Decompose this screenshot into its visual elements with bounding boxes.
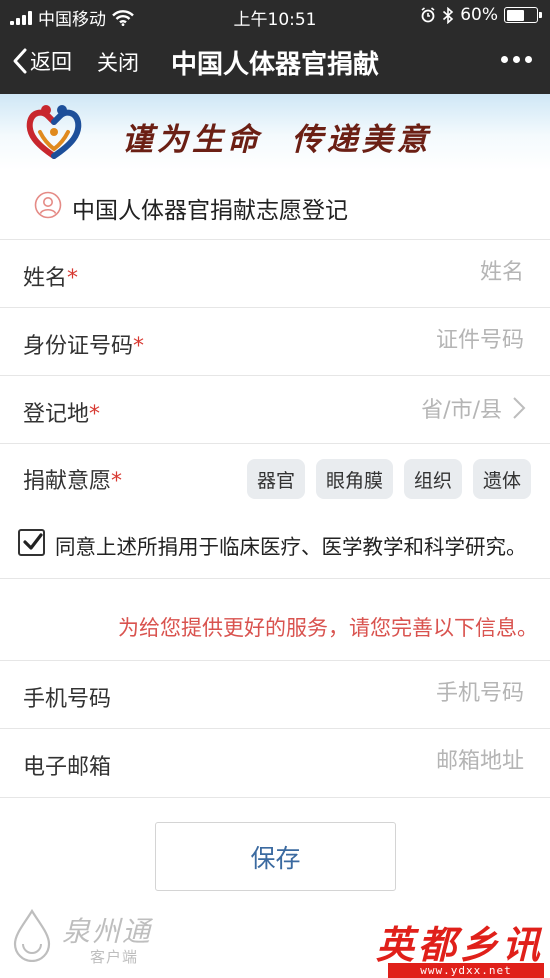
email-label: 电子邮箱 (23, 755, 112, 780)
required-mark: * (67, 266, 79, 291)
page-title: 中国人体器官捐献 (170, 50, 379, 80)
donation-intent-row: 捐献意愿* 器官 眼角膜 组织 遗体 (0, 443, 550, 515)
close-button[interactable]: 关闭 (97, 47, 139, 77)
checkmark-icon (23, 533, 43, 550)
intent-label: 捐献意愿* (23, 463, 122, 495)
chevron-left-icon (13, 48, 27, 74)
back-label: 返回 (30, 50, 72, 74)
intent-option-cornea[interactable]: 眼角膜 (316, 459, 394, 499)
phone-label: 手机号码 (23, 687, 112, 712)
region-select[interactable]: 省/市/县 (421, 392, 526, 424)
drop-logo-icon (13, 908, 51, 962)
banner-slogan: 谨为生命 传递美意 (122, 122, 432, 158)
agree-checkbox[interactable] (18, 529, 45, 556)
nav-bar: 返回 关闭 中国人体器官捐献 (0, 30, 550, 94)
region-label: 登记地* (23, 396, 100, 428)
intent-option-organ[interactable]: 器官 (247, 459, 306, 499)
region-label-text: 登记地 (23, 402, 90, 427)
region-row[interactable]: 登记地* 省/市/县 (0, 376, 550, 444)
required-mark: * (111, 469, 123, 494)
battery-icon (504, 7, 542, 23)
organ-donation-logo (26, 105, 82, 159)
region-placeholder: 省/市/县 (421, 398, 502, 423)
user-icon (34, 191, 62, 219)
agree-text: 同意上述所捐用于临床医疗、医学教学和科学研究。 (55, 535, 527, 559)
name-row: 姓名* (0, 240, 550, 308)
email-row: 电子邮箱 (0, 729, 550, 798)
id-number-row: 身份证号码* (0, 308, 550, 376)
intent-option-body[interactable]: 遗体 (473, 459, 532, 499)
section-header: 中国人体器官捐献志愿登记 (0, 170, 550, 240)
watermark-quanzhoutong: 泉州通 客户端 (10, 908, 170, 968)
status-right: 60% (420, 5, 542, 25)
phone-row: 手机号码 (0, 661, 550, 729)
banner: 谨为生命 传递美意 (0, 94, 550, 170)
phone-input[interactable] (264, 675, 524, 711)
notice-text: 为给您提供更好的服务，请您完善以下信息。 (118, 616, 538, 640)
more-options-icon[interactable] (501, 50, 532, 69)
watermark-left-sub: 客户端 (90, 948, 139, 966)
section-title: 中国人体器官捐献志愿登记 (72, 198, 348, 224)
watermark-right-name: 英都乡讯 (375, 922, 544, 967)
required-mark: * (89, 402, 101, 427)
intent-option-tissue[interactable]: 组织 (404, 459, 463, 499)
id-number-label: 身份证号码* (23, 328, 144, 360)
alarm-icon (421, 7, 435, 23)
name-label: 姓名* (23, 260, 78, 292)
id-number-input[interactable] (264, 322, 524, 358)
email-input[interactable] (264, 743, 524, 779)
agree-row: 同意上述所捐用于临床医疗、医学教学和科学研究。 (0, 515, 550, 579)
bluetooth-icon (443, 6, 454, 24)
save-button[interactable]: 保存 (155, 822, 396, 891)
name-input[interactable] (264, 254, 524, 290)
watermark-right-url: www.ydxx.net (388, 963, 544, 978)
status-bar: 中国移动 上午10:51 60% (0, 0, 550, 30)
back-button[interactable]: 返回 (12, 46, 72, 76)
name-label-text: 姓名 (23, 266, 68, 291)
chevron-right-icon (513, 397, 526, 419)
battery-percent: 60% (460, 5, 498, 25)
id-number-label-text: 身份证号码 (23, 334, 134, 359)
intent-label-text: 捐献意愿 (23, 469, 112, 494)
required-mark: * (133, 334, 145, 359)
intent-options: 器官 眼角膜 组织 遗体 (247, 459, 532, 499)
watermark-left-name: 泉州通 (62, 915, 153, 948)
